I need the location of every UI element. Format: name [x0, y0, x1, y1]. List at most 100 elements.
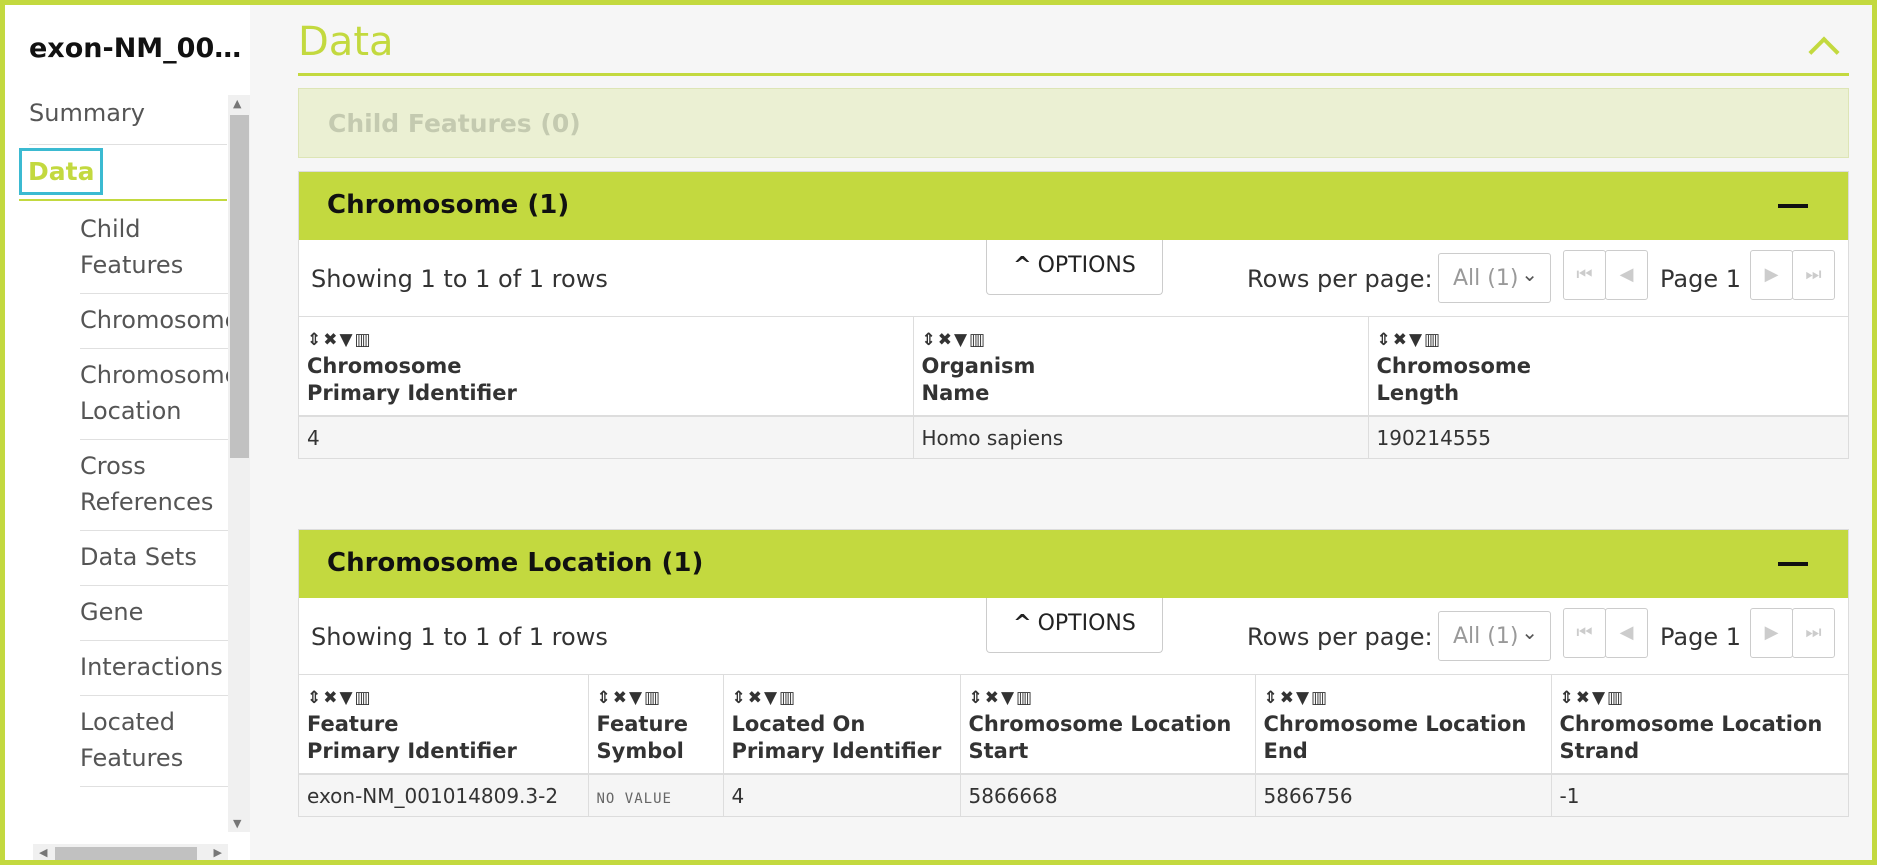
- prev-page-button[interactable]: ◀: [1605, 608, 1648, 658]
- panel-header[interactable]: Chromosome (1): [299, 172, 1848, 240]
- rows-per-page-select[interactable]: All (1) ⌄: [1438, 611, 1551, 661]
- sidebar-item-label: Cross References: [80, 452, 214, 516]
- sidebar-item-interactions[interactable]: Interactions: [80, 639, 228, 696]
- column-tools-icons[interactable]: ⇕✖▼▥: [1560, 685, 1841, 711]
- table-cell[interactable]: 4: [723, 774, 961, 816]
- options-button[interactable]: ^ OPTIONS: [986, 598, 1163, 653]
- table-cell[interactable]: 5866756: [1255, 774, 1552, 816]
- sidebar-item-located-features[interactable]: Located Features: [80, 694, 228, 787]
- page-indicator: Page 1: [1660, 623, 1741, 651]
- column-header[interactable]: ⇕✖▼▥ Organism Name: [913, 316, 1369, 417]
- no-value-text: NO VALUE: [596, 790, 672, 807]
- collapse-minus-icon[interactable]: [1778, 562, 1808, 566]
- sidebar-item-label: Located Features: [80, 708, 184, 772]
- column-header[interactable]: ⇕✖▼▥ Chromosome Location Strand: [1551, 674, 1848, 775]
- scrollbar-thumb[interactable]: [55, 847, 197, 862]
- scroll-left-icon[interactable]: ◀: [39, 846, 47, 859]
- column-header[interactable]: ⇕✖▼▥ Chromosome Primary Identifier: [299, 316, 914, 417]
- column-header-line2: Symbol: [596, 739, 684, 763]
- sidebar-item-label: Data Sets: [80, 543, 197, 571]
- sidebar-item-data[interactable]: Data: [19, 145, 227, 201]
- prev-page-button[interactable]: ◀: [1605, 250, 1648, 300]
- sidebar-vertical-scrollbar[interactable]: ▲ ▼: [228, 95, 250, 832]
- section-title: Data: [298, 19, 394, 65]
- first-page-button[interactable]: ⏮: [1563, 250, 1606, 300]
- sidebar-item-child-features[interactable]: Child Features: [80, 201, 228, 294]
- column-header[interactable]: ⇕✖▼▥ Feature Primary Identifier: [299, 674, 589, 775]
- column-header-line2: Primary Identifier: [307, 381, 517, 405]
- child-features-panel: Child Features (0): [298, 88, 1849, 158]
- last-page-button[interactable]: ⏭: [1792, 608, 1835, 658]
- table-row: exon-NM_001014809.3-2 NO VALUE 4 5866668…: [299, 774, 1848, 816]
- column-header-line2: Primary Identifier: [731, 739, 942, 763]
- column-header-line2: Strand: [1559, 739, 1640, 763]
- showing-rows-text: Showing 1 to 1 of 1 rows: [311, 623, 608, 651]
- column-tools-icons[interactable]: ⇕✖▼▥: [1377, 327, 1841, 353]
- column-header-line2: Name: [921, 381, 990, 405]
- column-tools-icons[interactable]: ⇕✖▼▥: [307, 685, 580, 711]
- sidebar-item-chromosome-location[interactable]: Chromosome Location: [80, 347, 239, 440]
- collapse-minus-icon[interactable]: [1778, 204, 1808, 208]
- sidebar-item-cross-references[interactable]: Cross References: [80, 438, 228, 531]
- table-cell[interactable]: NO VALUE: [588, 774, 724, 816]
- table-cell[interactable]: Homo sapiens: [913, 416, 1369, 458]
- data-section-header[interactable]: Data: [298, 5, 1849, 76]
- table-cell[interactable]: 5866668: [960, 774, 1256, 816]
- column-tools-icons[interactable]: ⇕✖▼▥: [732, 685, 952, 711]
- options-label: OPTIONS: [1037, 253, 1136, 278]
- scrollbar-thumb[interactable]: [230, 115, 249, 458]
- first-page-button[interactable]: ⏮: [1563, 608, 1606, 658]
- table-cell[interactable]: 190214555: [1368, 416, 1848, 458]
- report-sidebar: exon-NM_001... Summary Data Child Featur…: [5, 5, 250, 865]
- rows-per-page-select[interactable]: All (1) ⌄: [1438, 253, 1551, 303]
- sidebar-item-label: Child Features: [80, 215, 184, 279]
- column-header[interactable]: ⇕✖▼▥ Chromosome Location Start: [960, 674, 1256, 775]
- caret-up-icon: ^: [1013, 253, 1032, 278]
- panel-header[interactable]: Chromosome Location (1): [299, 530, 1848, 598]
- sidebar-item-label: Gene: [80, 598, 144, 626]
- chevron-down-icon: ⌄: [1521, 262, 1538, 286]
- column-header-line1: Chromosome: [307, 354, 462, 378]
- column-header[interactable]: ⇕✖▼▥ Chromosome Location End: [1255, 674, 1552, 775]
- next-page-button[interactable]: ▶: [1750, 250, 1793, 300]
- table-cell[interactable]: -1: [1551, 774, 1848, 816]
- column-tools-icons[interactable]: ⇕✖▼▥: [1264, 685, 1543, 711]
- sidebar-item-label: Interactions: [80, 653, 223, 681]
- next-page-button[interactable]: ▶: [1750, 608, 1793, 658]
- page-indicator: Page 1: [1660, 265, 1741, 293]
- column-header[interactable]: ⇕✖▼▥ Chromosome Length: [1368, 316, 1848, 417]
- sidebar-item-chromosome[interactable]: Chromosome: [80, 292, 239, 349]
- sidebar-nav: Summary Data Child Features Chromosome C…: [5, 93, 250, 853]
- column-tools-icons[interactable]: ⇕✖▼▥: [597, 685, 715, 711]
- column-header[interactable]: ⇕✖▼▥ Located On Primary Identifier: [723, 674, 961, 775]
- scroll-down-icon[interactable]: ▼: [233, 817, 241, 830]
- column-header[interactable]: ⇕✖▼▥ Feature Symbol: [588, 674, 724, 775]
- table-toolbar: Showing 1 to 1 of 1 rows ^ OPTIONS Rows p…: [299, 598, 1848, 674]
- sidebar-item-data-sets[interactable]: Data Sets: [80, 529, 228, 586]
- column-header-line2: Primary Identifier: [307, 739, 517, 763]
- chevron-down-icon: ⌄: [1521, 620, 1538, 644]
- chromosome-table: ⇕✖▼▥ Chromosome Primary Identifier ⇕✖▼▥ …: [299, 316, 1848, 458]
- table-cell[interactable]: 4: [299, 416, 914, 458]
- chromosome-location-table: ⇕✖▼▥ Feature Primary Identifier ⇕✖▼▥ Fea…: [299, 674, 1848, 816]
- chromosome-panel: Chromosome (1) Showing 1 to 1 of 1 rows …: [298, 171, 1849, 459]
- panel-title: Chromosome (1): [327, 190, 570, 220]
- sidebar-item-gene[interactable]: Gene: [80, 584, 228, 641]
- chevron-up-icon[interactable]: [1808, 36, 1840, 68]
- column-tools-icons[interactable]: ⇕✖▼▥: [307, 327, 905, 353]
- rows-per-page-label: Rows per page:: [1247, 623, 1433, 651]
- scroll-right-icon[interactable]: ▶: [214, 846, 222, 859]
- report-title: exon-NM_001...: [29, 33, 244, 64]
- column-tools-icons[interactable]: ⇕✖▼▥: [922, 327, 1360, 353]
- sidebar-item-label: Data: [19, 148, 104, 195]
- table-cell[interactable]: exon-NM_001014809.3-2: [299, 774, 589, 816]
- scroll-up-icon[interactable]: ▲: [233, 97, 241, 110]
- sidebar-item-summary[interactable]: Summary: [29, 93, 227, 145]
- sidebar-item-label: Chromosome: [80, 306, 240, 334]
- child-features-label: Child Features (0): [328, 109, 581, 138]
- options-button[interactable]: ^ OPTIONS: [986, 240, 1163, 295]
- column-tools-icons[interactable]: ⇕✖▼▥: [969, 685, 1247, 711]
- options-label: OPTIONS: [1037, 611, 1136, 636]
- last-page-button[interactable]: ⏭: [1792, 250, 1835, 300]
- sidebar-horizontal-scrollbar[interactable]: ◀ ▶: [33, 844, 228, 865]
